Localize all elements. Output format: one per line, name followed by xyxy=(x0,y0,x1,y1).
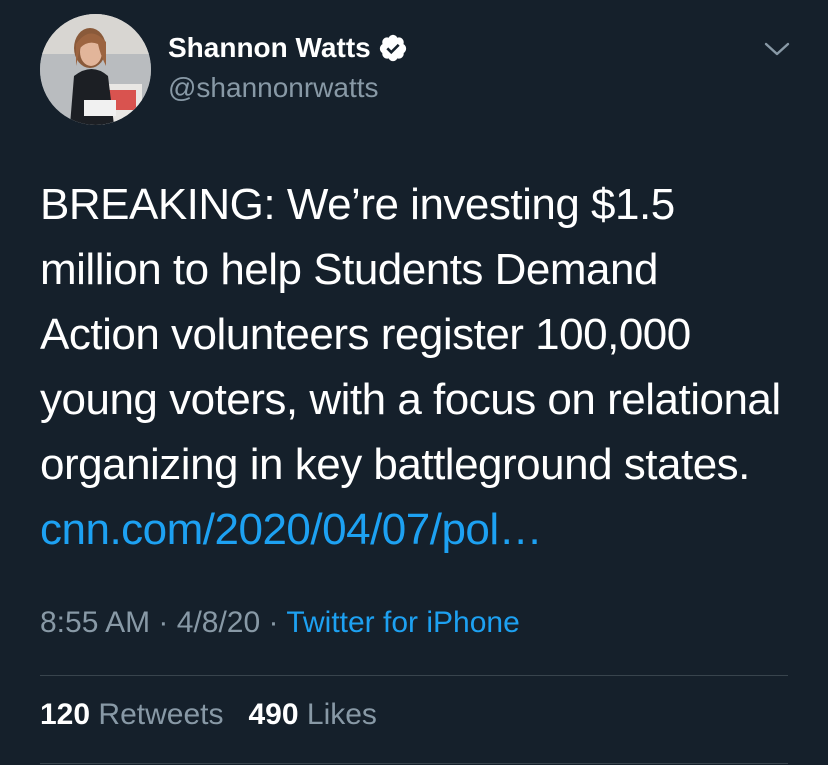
tweet-time: 8:55 AM xyxy=(40,606,151,639)
tweet-source-link[interactable]: Twitter for iPhone xyxy=(286,606,519,639)
tweet-text-line: BREAKING: We’re investing $1.5 xyxy=(40,180,675,229)
tweet-meta: 8:55 AM · 4/8/20 · Twitter for iPhone xyxy=(40,606,520,640)
retweets-stat[interactable]: 120 Retweets xyxy=(40,698,232,731)
likes-label: Likes xyxy=(306,698,377,731)
tweet-date[interactable]: 4/8/20 xyxy=(177,606,260,639)
meta-separator: · xyxy=(268,606,279,639)
tweet-link[interactable]: cnn.com/2020/04/07/pol… xyxy=(40,505,543,554)
retweets-count: 120 xyxy=(40,698,91,731)
chevron-down-icon[interactable] xyxy=(762,34,792,64)
likes-count: 490 xyxy=(248,698,299,731)
user-handle[interactable]: @shannonrwatts xyxy=(168,72,379,104)
user-name-row: Shannon Watts xyxy=(168,30,408,66)
likes-stat[interactable]: 490 Likes xyxy=(248,698,376,731)
divider xyxy=(40,675,788,676)
tweet-text-line: Action volunteers register 100,000 xyxy=(40,310,691,359)
tweet-text-line: million to help Students Demand xyxy=(40,245,658,294)
tweet-text-line: young voters, with a focus on relational xyxy=(40,375,781,424)
avatar-image xyxy=(40,14,151,125)
verified-badge-icon xyxy=(378,33,408,63)
tweet-text-line: organizing in key battleground states. xyxy=(40,440,750,489)
retweets-label: Retweets xyxy=(98,698,224,731)
avatar[interactable] xyxy=(40,14,151,125)
tweet-stats: 120 Retweets 490 Likes xyxy=(40,698,377,732)
meta-separator: · xyxy=(158,606,169,639)
tweet-card: Shannon Watts @shannonrwatts BREAKING: W… xyxy=(0,0,828,765)
tweet-text: BREAKING: We’re investing $1.5 million t… xyxy=(40,172,810,562)
divider xyxy=(40,763,788,764)
display-name[interactable]: Shannon Watts xyxy=(168,32,371,64)
